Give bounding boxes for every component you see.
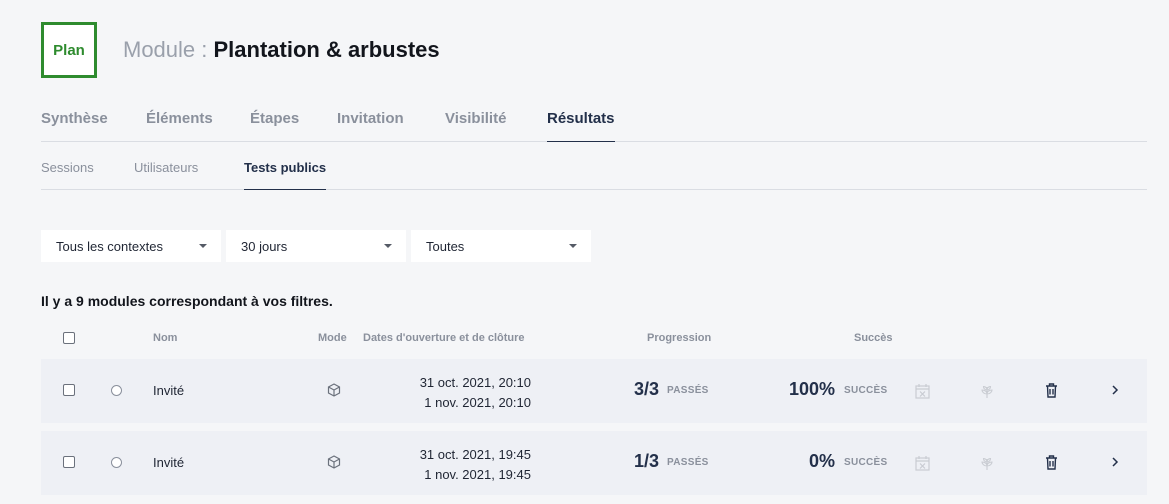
context-filter-select[interactable]: Tous les contextes	[41, 230, 221, 262]
tab-invitation[interactable]: Invitation	[337, 110, 404, 142]
row-dates: 31 oct. 2021, 20:10 1 nov. 2021, 20:10	[420, 373, 531, 413]
tab-resultats[interactable]: Résultats	[547, 110, 615, 142]
trash-icon[interactable]	[1045, 455, 1058, 470]
row-succes-value: 100%	[788, 379, 835, 399]
tab-elements[interactable]: Éléments	[146, 110, 213, 142]
subtab-tests-publics[interactable]: Tests publics	[244, 160, 327, 190]
row-progression-label: PASSÉS	[667, 457, 709, 468]
status-filter-value: Toutes	[426, 238, 465, 254]
module-name: Plantation & arbustes	[213, 37, 440, 62]
result-count: Il y a 9 modules correspondant à vos fil…	[41, 293, 333, 309]
tab-synthese[interactable]: Synthèse	[41, 110, 108, 142]
subtab-sessions[interactable]: Sessions	[41, 160, 94, 190]
row-dates: 31 oct. 2021, 19:45 1 nov. 2021, 19:45	[420, 445, 531, 485]
plant-icon[interactable]	[980, 383, 994, 399]
row-date-close: 1 nov. 2021, 19:45	[424, 467, 531, 482]
calendar-cancel-icon[interactable]	[915, 383, 930, 399]
tab-etapes[interactable]: Étapes	[250, 110, 299, 142]
row-checkbox[interactable]	[63, 384, 75, 396]
cube-icon	[327, 455, 341, 469]
subtab-utilisateurs[interactable]: Utilisateurs	[134, 160, 198, 190]
column-progression: Progression	[647, 332, 712, 344]
row-nom: Invité	[153, 455, 185, 470]
table-header: Nom Mode Dates d'ouverture et de clôture…	[41, 330, 1147, 348]
row-radio[interactable]	[111, 385, 122, 396]
context-filter-value: Tous les contextes	[56, 238, 163, 254]
row-succes-label: SUCCÈS	[844, 457, 888, 468]
row-date-close: 1 nov. 2021, 20:10	[424, 395, 531, 410]
column-dates: Dates d'ouverture et de clôture	[363, 332, 525, 344]
row-radio[interactable]	[111, 457, 122, 468]
row-succes-value: 0%	[808, 451, 835, 471]
table-row[interactable]: Invité 31 oct. 2021, 20:10 1 nov. 2021, …	[41, 359, 1147, 423]
status-filter-select[interactable]: Toutes	[411, 230, 591, 262]
tab-visibilite[interactable]: Visibilité	[445, 110, 506, 142]
title-prefix: Module :	[123, 37, 214, 62]
chevron-down-icon	[569, 244, 577, 248]
column-succes: Succès	[854, 332, 893, 344]
plant-icon[interactable]	[980, 455, 994, 471]
row-date-open: 31 oct. 2021, 20:10	[419, 375, 531, 390]
chevron-down-icon	[384, 244, 392, 248]
column-nom: Nom	[153, 332, 178, 344]
chevron-down-icon	[199, 244, 207, 248]
period-filter-select[interactable]: 30 jours	[226, 230, 406, 262]
trash-icon[interactable]	[1045, 383, 1058, 398]
table-row[interactable]: Invité 31 oct. 2021, 19:45 1 nov. 2021, …	[41, 431, 1147, 495]
row-progression-value: 1/3	[633, 451, 659, 471]
row-progression-label: PASSÉS	[667, 385, 709, 396]
cube-icon	[327, 383, 341, 397]
chevron-right-icon[interactable]	[1111, 383, 1119, 397]
page-header: Plan Module : Plantation & arbustes	[41, 22, 440, 78]
row-nom: Invité	[153, 383, 185, 398]
row-date-open: 31 oct. 2021, 19:45	[419, 447, 531, 462]
page-title: Module : Plantation & arbustes	[123, 37, 440, 63]
calendar-cancel-icon[interactable]	[915, 455, 930, 471]
filter-bar: Tous les contextes 30 jours Toutes	[41, 230, 591, 262]
sub-tabs: Sessions Utilisateurs Tests publics	[41, 154, 1147, 190]
chevron-right-icon[interactable]	[1111, 455, 1119, 469]
row-checkbox[interactable]	[63, 456, 75, 468]
select-all-checkbox[interactable]	[63, 332, 75, 344]
module-logo: Plan	[41, 22, 97, 78]
period-filter-value: 30 jours	[241, 238, 288, 254]
row-progression-value: 3/3	[633, 379, 659, 399]
main-tabs: Synthèse Éléments Étapes Invitation Visi…	[41, 104, 1147, 142]
row-succes-label: SUCCÈS	[844, 385, 888, 396]
column-mode: Mode	[318, 332, 347, 344]
